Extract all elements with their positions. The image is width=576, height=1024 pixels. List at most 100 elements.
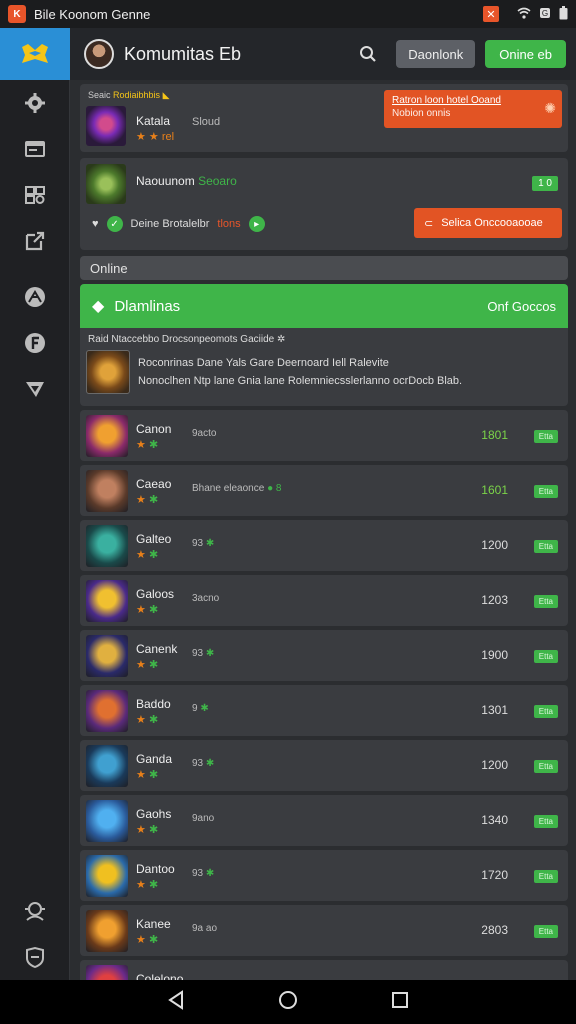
wifi-icon bbox=[517, 7, 531, 22]
rating-icons: ★ ✱ bbox=[136, 439, 159, 451]
currency-icon[interactable] bbox=[0, 320, 70, 366]
game-row[interactable]: Galoos ★ ✱ 3acno 1203 Etta bbox=[80, 575, 568, 626]
action-button[interactable]: ⊂ Selica Onccooaooae bbox=[414, 208, 562, 238]
alert-title: Ratron loon hotel Ooand bbox=[392, 95, 501, 106]
notification-icon: G bbox=[539, 7, 551, 22]
game-name: Galteo bbox=[136, 532, 172, 546]
game-row[interactable]: Caeao ★ ✱ Bhane eleaonce ● 8 1601 Etta bbox=[80, 465, 568, 516]
score: 1340 bbox=[481, 813, 508, 827]
meta-highlight: tlons bbox=[217, 218, 241, 230]
game-thumbnail bbox=[86, 690, 128, 732]
game-thumbnail bbox=[86, 910, 128, 952]
share-icon[interactable] bbox=[0, 218, 70, 264]
status-badge[interactable]: Etta bbox=[533, 485, 558, 498]
close-icon[interactable]: ✕ bbox=[483, 6, 499, 22]
status-badge[interactable]: Etta bbox=[533, 925, 558, 938]
link-icon: ⊂ bbox=[424, 217, 434, 230]
game-thumbnail bbox=[86, 525, 128, 567]
status-badge[interactable]: Etta bbox=[533, 760, 558, 773]
game-row[interactable]: Dantoo ★ ✱ 93 ✱ 1720 Etta bbox=[80, 850, 568, 901]
game-name: Kanee bbox=[136, 917, 171, 931]
game-card[interactable]: Naouunom Seoaro 1 0 ♥ ✓ Deine Brotalelbr… bbox=[80, 158, 568, 250]
game-thumbnail bbox=[86, 855, 128, 897]
check-icon: ✓ bbox=[106, 216, 123, 232]
window-icon[interactable] bbox=[0, 126, 70, 172]
game-name: Ganda bbox=[136, 752, 173, 766]
status-badge[interactable]: Etta bbox=[533, 705, 558, 718]
game-name: Canenk bbox=[136, 642, 178, 656]
info-line: Nonoclhen Ntp lane Gnia lane Rolemniecss… bbox=[138, 375, 463, 387]
filter-icon[interactable] bbox=[0, 366, 70, 412]
game-name: Caeao bbox=[136, 477, 172, 491]
arrow-icon: ▸ bbox=[248, 216, 265, 232]
search-icon[interactable] bbox=[354, 40, 382, 68]
game-subtitle: Sloud bbox=[192, 116, 221, 128]
row-meta: 9a ao bbox=[192, 923, 218, 934]
status-badge[interactable]: Etta bbox=[533, 870, 558, 883]
game-name: Gaohs bbox=[136, 807, 172, 821]
game-name: Galoos bbox=[136, 587, 175, 601]
featured-card[interactable]: Seaic Rodiaibhbis ◣ Katala ★ ★ rel Sloud… bbox=[80, 84, 568, 152]
alert-text: Nobion onnis bbox=[392, 108, 451, 119]
game-row[interactable]: Baddo ★ ✱ 9 ✱ 1301 Etta bbox=[80, 685, 568, 736]
score: 1200 bbox=[481, 758, 508, 772]
status-badge[interactable]: Etta bbox=[533, 595, 558, 608]
sidebar bbox=[0, 28, 70, 980]
globe-icon[interactable] bbox=[0, 274, 70, 320]
status-badge[interactable]: Etta bbox=[533, 540, 558, 553]
rating-stars: ★ ★ rel bbox=[136, 131, 175, 143]
rating-icons: ★ ✱ bbox=[136, 714, 159, 726]
game-row[interactable]: Canon ★ ✱ 9acto 1801 Etta bbox=[80, 410, 568, 461]
shield-icon[interactable] bbox=[0, 934, 70, 980]
game-thumbnail bbox=[86, 745, 128, 787]
info-line: Roconrinas Dane Yals Gare Deernoard Iell… bbox=[138, 357, 389, 369]
score: 1301 bbox=[481, 703, 508, 717]
rating-icons: ★ ✱ bbox=[136, 549, 159, 561]
row-meta: 93 ✱ bbox=[192, 648, 215, 659]
info-top: Raid Ntaccebbo Drocsonpeomots Gaciide ✲ bbox=[88, 334, 286, 345]
game-row[interactable]: Gaohs ★ ✱ 9ano 1340 Etta bbox=[80, 795, 568, 846]
avatar[interactable] bbox=[84, 39, 114, 69]
download-button[interactable]: Daonlonk bbox=[396, 40, 476, 68]
game-row[interactable]: Ganda ★ ✱ 93 ✱ 1200 Etta bbox=[80, 740, 568, 791]
system-icons: G bbox=[517, 5, 568, 23]
row-meta: 93 ✱ bbox=[192, 758, 215, 769]
user-icon[interactable] bbox=[0, 888, 70, 934]
rating-icons: ★ ✱ bbox=[136, 494, 159, 506]
status-badge[interactable]: Etta bbox=[533, 430, 558, 443]
rating-icons: ★ ✱ bbox=[136, 879, 159, 891]
row-meta: Bhane eleaonce ● 8 bbox=[192, 483, 282, 494]
status-badge[interactable]: Etta bbox=[533, 650, 558, 663]
rating-icons: ★ ✱ bbox=[136, 769, 159, 781]
game-row[interactable]: Kanee ★ ✱ 9a ao 2803 Etta bbox=[80, 905, 568, 956]
game-name: Canon bbox=[136, 422, 172, 436]
heart-icon[interactable]: ♥ bbox=[92, 218, 99, 230]
logo-icon[interactable] bbox=[0, 28, 70, 80]
card-meta: ♥ ✓ Deine Brotalelbr tlons ▸ bbox=[92, 216, 265, 232]
grid-icon[interactable] bbox=[0, 172, 70, 218]
category-header[interactable]: ◆ Dlamlinas Onf Goccos bbox=[80, 284, 568, 328]
recents-icon[interactable] bbox=[389, 989, 411, 1016]
score: 1203 bbox=[481, 593, 508, 607]
alert-banner[interactable]: Ratron loon hotel Ooand Nobion onnis ✺ bbox=[384, 90, 562, 128]
game-name: Baddo bbox=[136, 697, 171, 711]
home-icon[interactable] bbox=[277, 989, 299, 1016]
main-content: Seaic Rodiaibhbis ◣ Katala ★ ★ rel Sloud… bbox=[80, 84, 568, 1015]
score: 1801 bbox=[481, 428, 508, 442]
game-row[interactable]: Galteo ★ ✱ 93 ✱ 1200 Etta bbox=[80, 520, 568, 571]
row-meta: 3acno bbox=[192, 593, 220, 604]
game-thumbnail bbox=[86, 800, 128, 842]
score: 2803 bbox=[481, 923, 508, 937]
game-row[interactable]: Canenk ★ ✱ 93 ✱ 1900 Etta bbox=[80, 630, 568, 681]
battery-icon bbox=[559, 5, 568, 23]
score: 1720 bbox=[481, 868, 508, 882]
status-badge[interactable]: Etta bbox=[533, 815, 558, 828]
game-thumbnail bbox=[86, 470, 128, 512]
back-icon[interactable] bbox=[165, 989, 187, 1016]
meta-text: Deine Brotalelbr bbox=[130, 218, 210, 230]
sparkle-icon: ✺ bbox=[544, 100, 556, 116]
category-count: Onf Goccos bbox=[487, 298, 556, 314]
online-button[interactable]: Onine eb bbox=[485, 40, 566, 68]
rating-icons: ★ ✱ bbox=[136, 934, 159, 946]
gear-icon[interactable] bbox=[0, 80, 70, 126]
